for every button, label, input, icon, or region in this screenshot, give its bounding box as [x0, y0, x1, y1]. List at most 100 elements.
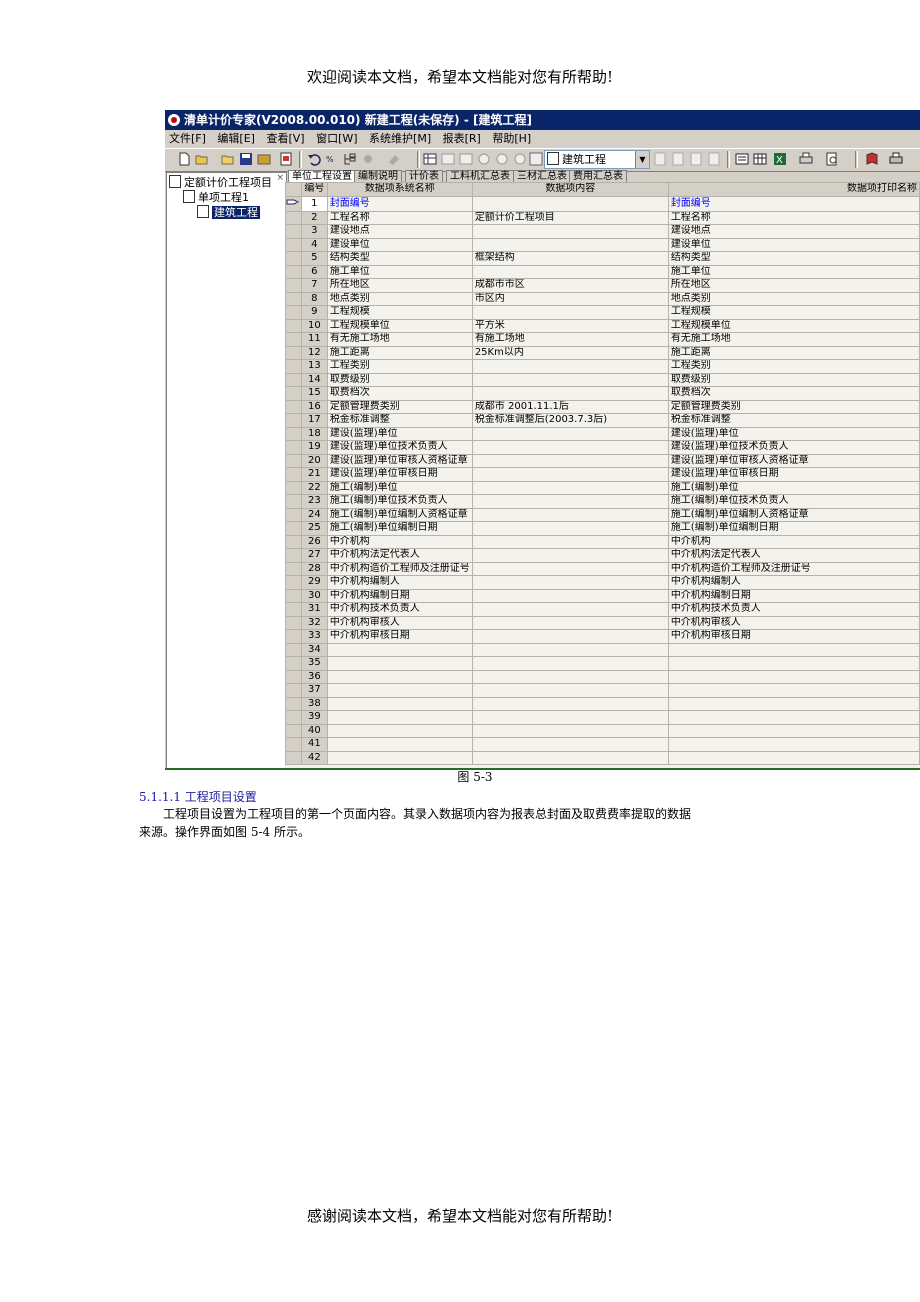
table-row[interactable]: 19 建设(监理)单位技术负责人 建设(监理)单位技术负责人 — [285, 440, 920, 455]
print-name-cell[interactable]: 中介机构技术负责人 — [667, 602, 920, 617]
calc-icon[interactable] — [689, 152, 703, 166]
content-cell[interactable] — [471, 237, 669, 252]
print-name-cell[interactable]: 工程类别 — [667, 359, 920, 374]
system-name-cell[interactable]: 工程名称 — [326, 210, 473, 225]
new-file-icon[interactable] — [177, 152, 191, 166]
content-cell[interactable]: 平方米 — [471, 318, 669, 333]
content-cell[interactable] — [471, 440, 669, 455]
row-selector[interactable] — [285, 710, 302, 725]
row-selector[interactable] — [285, 386, 302, 401]
tab-notes[interactable]: 编制说明 — [354, 170, 402, 182]
table-row[interactable]: 3 建设地点 建设地点 — [285, 224, 920, 239]
print-name-cell[interactable] — [667, 683, 920, 698]
table-row[interactable]: 41 — [285, 737, 920, 752]
row-number[interactable]: 19 — [300, 440, 328, 455]
row-number[interactable]: 29 — [300, 575, 328, 590]
system-name-cell[interactable]: 建设(监理)单位 — [326, 426, 473, 441]
close-icon[interactable]: × — [276, 173, 284, 183]
row-number[interactable]: 4 — [300, 237, 328, 252]
row-selector[interactable] — [285, 413, 302, 428]
menu-system[interactable]: 系统维护[M] — [365, 130, 435, 148]
print-name-cell[interactable]: 工程规模单位 — [667, 318, 920, 333]
print-name-cell[interactable]: 施工(编制)单位技术负责人 — [667, 494, 920, 509]
table-icon[interactable] — [441, 152, 455, 166]
table-row[interactable]: 28 中介机构造价工程师及注册证号 中介机构造价工程师及注册证号 — [285, 561, 920, 576]
row-selector[interactable] — [285, 305, 302, 320]
content-cell[interactable] — [471, 723, 669, 738]
content-cell[interactable]: 定额计价工程项目 — [471, 210, 669, 225]
system-name-cell[interactable]: 工程类别 — [326, 359, 473, 374]
content-cell[interactable] — [471, 224, 669, 239]
table-alt-icon[interactable] — [459, 152, 473, 166]
print-name-cell[interactable] — [667, 669, 920, 684]
system-name-cell[interactable] — [326, 696, 473, 711]
system-name-cell[interactable]: 取费档次 — [326, 386, 473, 401]
content-cell[interactable] — [471, 642, 669, 657]
print-name-cell[interactable]: 施工(编制)单位 — [667, 480, 920, 495]
system-name-cell[interactable]: 中介机构造价工程师及注册证号 — [326, 561, 473, 576]
content-cell[interactable] — [471, 359, 669, 374]
print-name-cell[interactable]: 施工(编制)单位编制日期 — [667, 521, 920, 536]
calc-icon[interactable] — [707, 152, 721, 166]
row-number[interactable]: 17 — [300, 413, 328, 428]
table-row[interactable]: 42 — [285, 750, 920, 765]
book-icon[interactable] — [865, 152, 879, 166]
table-row[interactable]: 27 中介机构法定代表人 中介机构法定代表人 — [285, 548, 920, 563]
content-cell[interactable] — [471, 521, 669, 536]
table-row[interactable]: 21 建设(监理)单位审核日期 建设(监理)单位审核日期 — [285, 467, 920, 482]
system-name-cell[interactable] — [326, 723, 473, 738]
row-selector[interactable] — [285, 210, 302, 225]
system-name-cell[interactable]: 地点类别 — [326, 291, 473, 306]
system-name-cell[interactable]: 所在地区 — [326, 278, 473, 293]
table-row[interactable]: 7 所在地区 成都市市区 所在地区 — [285, 278, 920, 293]
table-row[interactable]: 10 工程规模单位 平方米 工程规模单位 — [285, 318, 920, 333]
row-selector[interactable] — [285, 669, 302, 684]
content-cell[interactable] — [471, 534, 669, 549]
print-name-cell[interactable]: 工程规模 — [667, 305, 920, 320]
table-row[interactable]: 39 — [285, 710, 920, 725]
system-name-cell[interactable]: 施工(编制)单位技术负责人 — [326, 494, 473, 509]
print-name-cell[interactable]: 取费档次 — [667, 386, 920, 401]
row-number[interactable]: 21 — [300, 467, 328, 482]
table-row[interactable]: 18 建设(监理)单位 建设(监理)单位 — [285, 426, 920, 441]
print-name-cell[interactable] — [667, 723, 920, 738]
system-name-cell[interactable]: 施工单位 — [326, 264, 473, 279]
system-name-cell[interactable]: 建设地点 — [326, 224, 473, 239]
content-cell[interactable] — [471, 669, 669, 684]
system-name-cell[interactable]: 定额管理费类别 — [326, 399, 473, 414]
content-cell[interactable] — [471, 656, 669, 671]
row-selector[interactable] — [285, 251, 302, 266]
system-name-cell[interactable]: 建设(监理)单位技术负责人 — [326, 440, 473, 455]
print-name-cell[interactable]: 中介机构造价工程师及注册证号 — [667, 561, 920, 576]
print-name-cell[interactable]: 建设(监理)单位审核日期 — [667, 467, 920, 482]
system-name-cell[interactable]: 施工(编制)单位编制人资格证章 — [326, 507, 473, 522]
table-row[interactable]: 13 工程类别 工程类别 — [285, 359, 920, 374]
table-row[interactable]: 1 封面编号 封面编号 — [285, 195, 920, 212]
print-name-cell[interactable]: 建设地点 — [667, 224, 920, 239]
row-number[interactable]: 40 — [300, 723, 328, 738]
print-name-cell[interactable]: 税金标准调整 — [667, 413, 920, 428]
system-name-cell[interactable]: 有无施工场地 — [326, 332, 473, 347]
content-cell[interactable] — [471, 602, 669, 617]
content-cell[interactable] — [471, 386, 669, 401]
project-select[interactable]: 建筑工程 ▼ — [544, 150, 650, 169]
column-header[interactable]: 数据项内容 — [471, 182, 669, 197]
system-name-cell[interactable]: 中介机构审核日期 — [326, 629, 473, 644]
print-name-cell[interactable]: 中介机构审核人 — [667, 615, 920, 630]
table-row[interactable]: 20 建设(监理)单位审核人资格证章 建设(监理)单位审核人资格证章 — [285, 453, 920, 468]
row-number[interactable]: 7 — [300, 278, 328, 293]
row-number[interactable]: 15 — [300, 386, 328, 401]
menu-file[interactable]: 文件[F] — [165, 130, 210, 148]
row-selector[interactable] — [285, 318, 302, 333]
tree-item-root[interactable]: 定额计价工程项目 — [169, 175, 272, 189]
table-row[interactable]: 15 取费档次 取费档次 — [285, 386, 920, 401]
system-name-cell[interactable]: 中介机构 — [326, 534, 473, 549]
menu-report[interactable]: 报表[R] — [439, 130, 485, 148]
tab-labor-summary[interactable]: 工料机汇总表 — [446, 170, 514, 182]
content-cell[interactable] — [471, 195, 669, 212]
save-all-icon[interactable] — [257, 152, 271, 166]
table-row[interactable]: 17 税金标准调整 税金标准调整后(2003.7.3后) 税金标准调整 — [285, 413, 920, 428]
row-selector[interactable] — [285, 602, 302, 617]
table-row[interactable]: 24 施工(编制)单位编制人资格证章 施工(编制)单位编制人资格证章 — [285, 507, 920, 522]
folder-icon[interactable] — [221, 152, 235, 166]
